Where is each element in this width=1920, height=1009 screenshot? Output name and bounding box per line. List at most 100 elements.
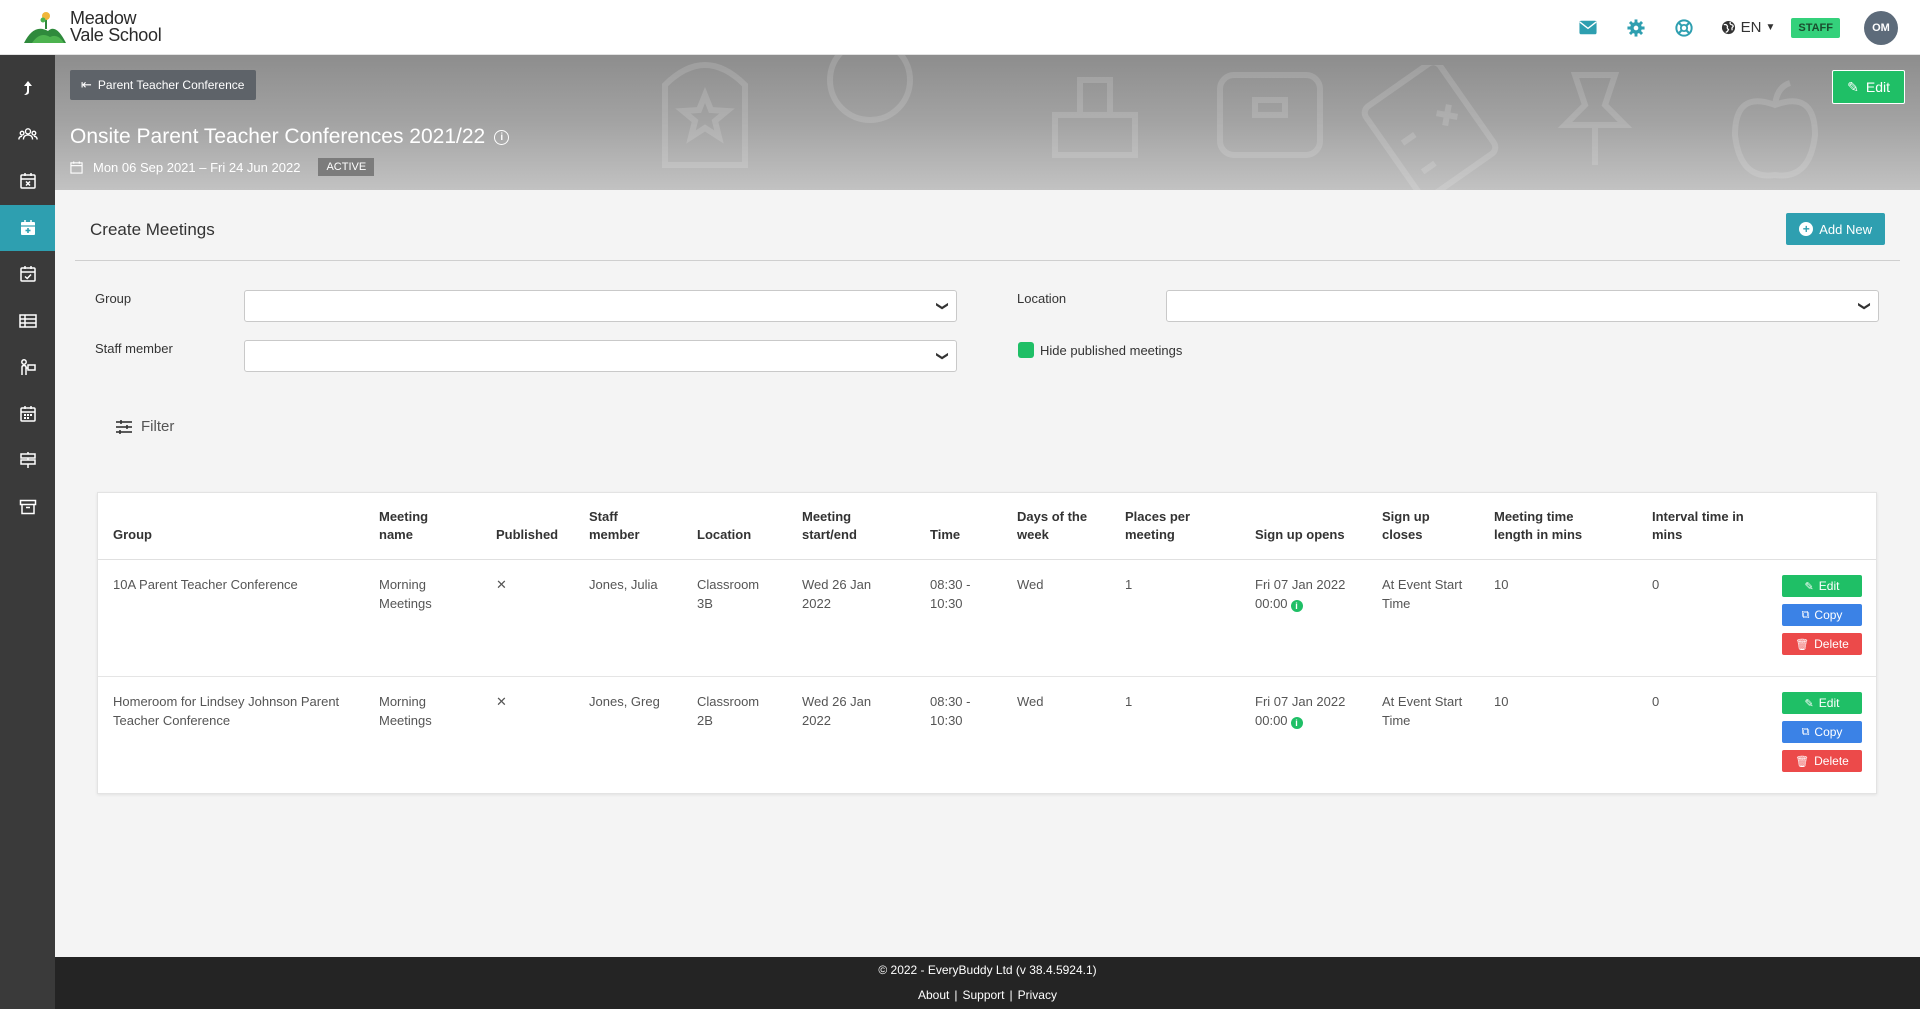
header-signup-closes: Sign up closes bbox=[1382, 509, 1430, 542]
location-select[interactable]: ❯ bbox=[1166, 290, 1879, 322]
sidebar-item-directions[interactable] bbox=[0, 437, 55, 484]
sidebar-item-staff[interactable] bbox=[0, 344, 55, 391]
mail-icon[interactable] bbox=[1577, 17, 1599, 39]
footer-copyright: © 2022 - EveryBuddy Ltd (v 38.4.5924.1) bbox=[878, 963, 1097, 977]
sidebar-item-cancelled-events[interactable] bbox=[0, 158, 55, 205]
sidebar bbox=[0, 55, 55, 1009]
sidebar-item-archive[interactable] bbox=[0, 484, 55, 531]
edit-label: Edit bbox=[1818, 696, 1840, 710]
role-badge: STAFF bbox=[1791, 17, 1840, 38]
signpost-icon bbox=[19, 452, 36, 469]
staff-member-label: Staff member bbox=[95, 341, 173, 356]
back-to-event-button[interactable]: ⇤ Parent Teacher Conference bbox=[70, 70, 257, 100]
footer: © 2022 - EveryBuddy Ltd (v 38.4.5924.1) … bbox=[55, 957, 1920, 1009]
row-edit-button[interactable]: ✎ Edit bbox=[1782, 692, 1862, 714]
sidebar-item-parent-meetings[interactable] bbox=[0, 204, 55, 251]
event-banner: ⇤ Parent Teacher Conference Onsite Paren… bbox=[55, 55, 1920, 190]
school-logo[interactable]: Meadow Vale School bbox=[22, 9, 162, 45]
calculator-illustration bbox=[1361, 65, 1499, 190]
header-group: Group bbox=[113, 527, 152, 542]
sidebar-item-upload[interactable] bbox=[0, 65, 55, 112]
info-dot-icon[interactable]: i bbox=[1290, 599, 1303, 612]
footer-links: About | Support | Privacy bbox=[918, 988, 1057, 1002]
edit-event-button[interactable]: ✎ Edit bbox=[1832, 70, 1905, 104]
cell-days: Wed bbox=[1017, 577, 1044, 592]
back-button-label: Parent Teacher Conference bbox=[97, 78, 245, 92]
language-code: EN bbox=[1740, 19, 1762, 36]
header-days: Days of the week bbox=[1017, 509, 1088, 542]
row-delete-button[interactable]: 🗑 Delete bbox=[1782, 750, 1862, 772]
cell-location: Classroom 3B bbox=[697, 577, 760, 611]
sliders-icon bbox=[116, 419, 132, 434]
row-edit-button[interactable]: ✎ Edit bbox=[1782, 575, 1862, 597]
copy-label: Copy bbox=[1814, 608, 1843, 622]
edit-icon: ✎ bbox=[1847, 78, 1859, 95]
staff-member-select[interactable]: ❯ bbox=[244, 340, 957, 372]
add-new-label: Add New bbox=[1819, 221, 1872, 237]
cell-staff: Jones, Julia bbox=[589, 577, 658, 592]
meetings-table: Group Meeting name Published Staff membe… bbox=[97, 492, 1877, 794]
bag-illustration bbox=[1217, 72, 1323, 158]
cell-start-end: Wed 26 Jan 2022 bbox=[802, 694, 872, 728]
user-avatar[interactable]: OM bbox=[1864, 10, 1898, 45]
trash-icon: 🗑 bbox=[1795, 638, 1810, 651]
row-delete-button[interactable]: 🗑 Delete bbox=[1782, 633, 1862, 655]
archive-icon bbox=[19, 499, 36, 514]
hide-published-checkbox[interactable] bbox=[1018, 342, 1034, 358]
cell-signup-opens: Fri 07 Jan 2022 00:00 i bbox=[1255, 576, 1355, 613]
sidebar-item-groups[interactable] bbox=[0, 112, 55, 159]
edit-icon: ✎ bbox=[1804, 580, 1814, 593]
language-selector[interactable]: EN ▼ bbox=[1721, 19, 1776, 36]
cell-days: Wed bbox=[1017, 694, 1044, 709]
event-dates: Mon 06 Sep 2021 – Fri 24 Jun 2022 ACTIVE bbox=[70, 158, 375, 176]
table-header: Group Meeting name Published Staff membe… bbox=[98, 493, 1876, 560]
school-name: Meadow Vale School bbox=[70, 9, 162, 44]
caret-down-icon: ▼ bbox=[1765, 22, 1776, 33]
ring-illustration bbox=[827, 55, 913, 123]
backpack-illustration bbox=[662, 62, 748, 168]
cell-meeting-name: Morning Meetings bbox=[379, 577, 432, 611]
group-select[interactable]: ❯ bbox=[244, 290, 957, 322]
add-new-button[interactable]: + Add New bbox=[1786, 213, 1885, 245]
section-title: Create Meetings bbox=[90, 220, 215, 239]
create-meetings-section: Create Meetings + Add New Group ❯ Locati… bbox=[55, 190, 1920, 957]
edit-event-label: Edit bbox=[1865, 79, 1890, 95]
group-label: Group bbox=[95, 291, 132, 306]
chevron-down-icon: ❯ bbox=[935, 300, 950, 312]
sidebar-item-timetable[interactable] bbox=[0, 298, 55, 345]
header-meeting-name: Meeting name bbox=[379, 509, 429, 542]
event-title-text: Onsite Parent Teacher Conferences 2021/2… bbox=[70, 125, 486, 148]
sidebar-item-attendance[interactable] bbox=[0, 251, 55, 298]
copy-icon: ⧉ bbox=[1801, 608, 1810, 621]
row-copy-button[interactable]: ⧉ Copy bbox=[1782, 604, 1862, 626]
header-signup-opens: Sign up opens bbox=[1255, 527, 1345, 542]
cell-time: 08:30 - 10:30 bbox=[930, 694, 971, 728]
lifebuoy-icon[interactable] bbox=[1673, 17, 1695, 39]
arrow-left-bar-icon: ⇤ bbox=[81, 77, 92, 92]
person-board-icon bbox=[20, 359, 36, 376]
info-dot-icon[interactable]: i bbox=[1290, 716, 1303, 729]
cell-signup-closes: At Event Start Time bbox=[1382, 694, 1463, 728]
gear-icon[interactable] bbox=[1625, 17, 1647, 39]
table-row: 10A Parent Teacher Conference Morning Me… bbox=[98, 560, 1876, 677]
status-badge: ACTIVE bbox=[318, 158, 375, 176]
header-location: Location bbox=[697, 527, 752, 542]
footer-link-privacy[interactable]: Privacy bbox=[1018, 988, 1057, 1002]
cell-location: Classroom 2B bbox=[697, 694, 760, 728]
cell-signup-closes: At Event Start Time bbox=[1382, 577, 1463, 611]
event-date-range: Mon 06 Sep 2021 – Fri 24 Jun 2022 bbox=[93, 159, 301, 175]
cell-group: Homeroom for Lindsey Johnson Parent Teac… bbox=[113, 694, 340, 728]
divider bbox=[75, 260, 1900, 261]
cell-length: 10 bbox=[1494, 577, 1509, 592]
sidebar-item-calendar[interactable] bbox=[0, 391, 55, 438]
filter-button[interactable]: Filter bbox=[115, 418, 174, 435]
footer-link-about[interactable]: About bbox=[918, 988, 949, 1002]
calendar-add-icon bbox=[20, 219, 35, 235]
chevron-down-icon: ❯ bbox=[935, 350, 950, 362]
cell-group: 10A Parent Teacher Conference bbox=[113, 577, 298, 592]
info-icon[interactable]: i bbox=[494, 129, 510, 145]
row-copy-button[interactable]: ⧉ Copy bbox=[1782, 721, 1862, 743]
hide-published-toggle[interactable]: Hide published meetings bbox=[1018, 342, 1182, 358]
delete-label: Delete bbox=[1814, 754, 1849, 768]
footer-link-support[interactable]: Support bbox=[962, 988, 1004, 1002]
